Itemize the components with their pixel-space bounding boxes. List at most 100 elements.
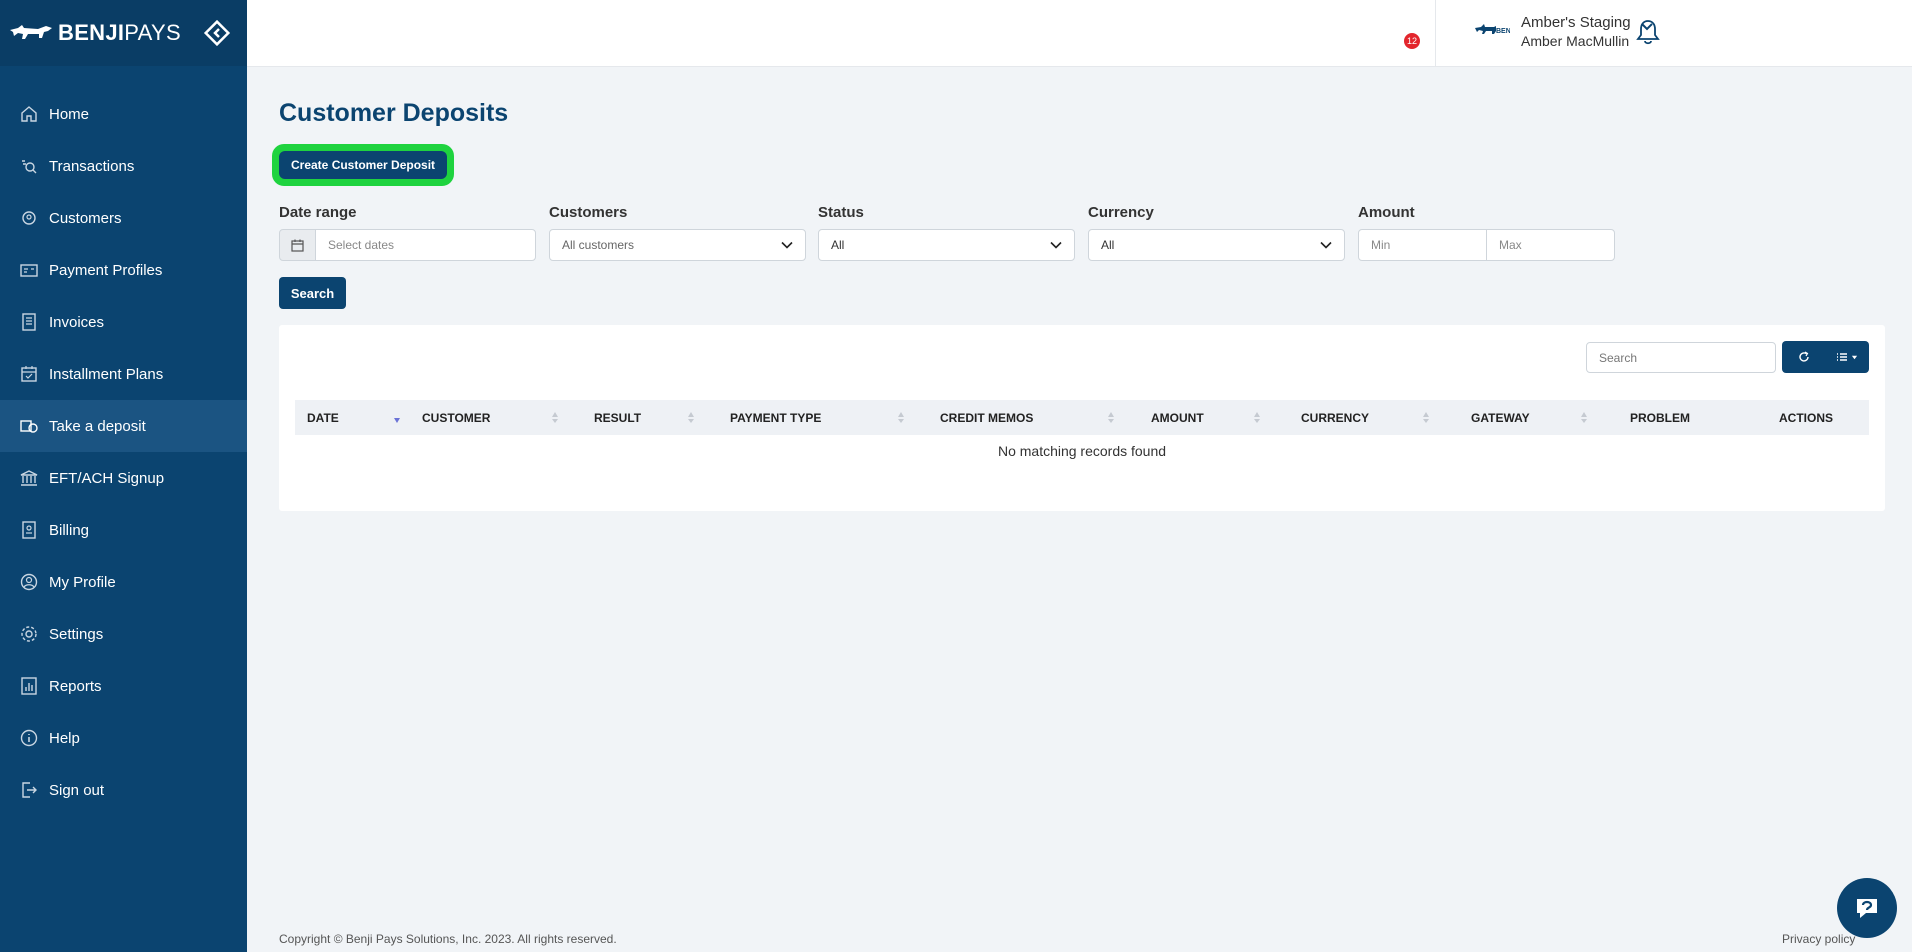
chevron-down-icon [781,241,793,249]
svg-text:BEN: BEN [1496,28,1510,35]
refresh-button[interactable] [1782,341,1825,373]
column-label: AMOUNT [1151,410,1204,425]
column-header-currency[interactable]: CURRENCY [1301,400,1369,435]
table-toolbar [1782,341,1869,373]
brand-logo[interactable]: BENJI PAYS [8,20,181,46]
sort-icon[interactable] [897,411,905,424]
sidebar: BENJI PAYS Home Transactions Customers Pa… [0,0,247,952]
column-label: PROBLEM [1630,410,1690,425]
sidebar-item-label: Billing [49,521,90,539]
sidebar-item-label: Sign out [49,781,105,799]
sidebar-item-invoices[interactable]: Invoices [0,296,247,348]
sidebar-item-take-a-deposit[interactable]: Take a deposit [0,400,247,452]
search-button[interactable]: Search [279,277,346,309]
column-header-date[interactable]: DATE [307,400,339,435]
column-label: ACTIONS [1779,410,1833,425]
column-header-credit-memos[interactable]: CREDIT MEMOS [940,400,1033,435]
column-label: GATEWAY [1471,410,1530,425]
sidebar-item-home[interactable]: Home [0,88,247,140]
sidebar-item-reports[interactable]: Reports [0,660,247,712]
account-user: Amber MacMullin [1521,33,1630,49]
sidebar-item-label: Help [49,729,80,747]
sidebar-item-customers[interactable]: Customers [0,192,247,244]
columns-toggle-button[interactable] [1825,341,1869,373]
sidebar-item-transactions[interactable]: Transactions [0,140,247,192]
collapse-sidebar-icon[interactable] [203,19,231,47]
sign-out-icon [20,781,38,799]
column-header-actions: ACTIONS [1779,400,1833,435]
currency-select[interactable]: All [1088,229,1345,261]
invoices-icon [20,313,38,331]
amount-label: Amount [1358,204,1415,221]
column-header-gateway[interactable]: GATEWAY [1471,400,1530,435]
brand-name-light: PAYS [124,20,181,45]
account-switcher[interactable]: Amber's Staging Amber MacMullin [1521,13,1631,51]
top-bar [247,0,1912,67]
list-icon [1837,353,1847,361]
info-icon [20,729,38,747]
sidebar-item-installment-plans[interactable]: Installment Plans [0,348,247,400]
sidebar-item-settings[interactable]: Settings [0,608,247,660]
customers-icon [20,209,38,227]
transactions-icon [20,157,38,175]
column-header-payment-type[interactable]: PAYMENT TYPE [730,400,821,435]
brand-name-bold: BENJI [58,20,125,45]
column-header-problem[interactable]: PROBLEM [1630,400,1690,435]
sort-icon[interactable] [1107,411,1115,424]
page-title: Customer Deposits [279,99,509,127]
dog-logo-icon [10,25,52,39]
sidebar-item-label: Settings [49,625,104,643]
chevron-down-icon[interactable] [1640,20,1654,34]
sort-icon[interactable] [1422,411,1430,424]
deposits-table-panel: Search DATE CUSTOMER RESULT PAYMENT TYPE… [279,325,1885,511]
amount-min-input[interactable]: Min [1358,229,1487,261]
reports-icon [20,677,38,695]
sort-icon[interactable] [551,411,559,424]
table-header: DATE CUSTOMER RESULT PAYMENT TYPE CREDIT… [295,400,1869,435]
calendar-button[interactable] [279,229,316,261]
account-company: Amber's Staging [1521,14,1631,31]
sort-icon[interactable] [1253,411,1261,424]
column-header-result[interactable]: RESULT [594,400,641,435]
notification-badge: 12 [1404,33,1420,49]
help-chat-button[interactable] [1837,878,1897,938]
amount-max-input[interactable]: Max [1486,229,1615,261]
sidebar-item-label: EFT/ACH Signup [49,469,165,487]
column-header-customer[interactable]: CUSTOMER [422,400,490,435]
sidebar-item-sign-out[interactable]: Sign out [0,764,247,816]
status-select[interactable]: All [818,229,1075,261]
sort-descending-icon[interactable] [393,411,401,424]
sidebar-item-billing[interactable]: Billing [0,504,247,556]
sidebar-item-eft-ach-signup[interactable]: EFT/ACH Signup [0,452,247,504]
home-icon [20,105,38,123]
status-select-value: All [831,238,845,252]
chevron-down-icon [1050,241,1062,249]
copyright-text: Copyright © Benji Pays Solutions, Inc. 2… [279,932,617,946]
sidebar-item-label: My Profile [49,573,116,591]
table-search-input[interactable]: Search [1586,342,1776,373]
sidebar-nav: Home Transactions Customers Payment Prof… [0,88,247,816]
sort-icon[interactable] [1580,411,1588,424]
customers-select-value: All customers [562,238,635,252]
installment-plans-icon [20,365,38,383]
empty-table-message: No matching records found [997,443,1167,459]
customers-select[interactable]: All customers [549,229,806,261]
bank-icon [20,469,38,487]
column-label: PAYMENT TYPE [730,410,822,425]
payment-profiles-icon [20,261,38,279]
date-range-input[interactable]: Select dates [315,229,536,261]
column-label: CUSTOMER [422,410,491,425]
sidebar-item-label: Reports [49,677,102,695]
sort-icon[interactable] [687,411,695,424]
column-header-amount[interactable]: AMOUNT [1151,400,1204,435]
sidebar-item-label: Home [49,105,90,123]
privacy-policy-link[interactable]: Privacy policy [1782,932,1855,946]
column-label: CREDIT MEMOS [940,410,1034,425]
sidebar-item-help[interactable]: Help [0,712,247,764]
sidebar-item-my-profile[interactable]: My Profile [0,556,247,608]
create-customer-deposit-button[interactable]: Create Customer Deposit [279,151,448,179]
caret-down-icon [1851,355,1858,359]
sidebar-header: BENJI PAYS [0,0,247,66]
deposit-icon [20,417,38,435]
sidebar-item-payment-profiles[interactable]: Payment Profiles [0,244,247,296]
